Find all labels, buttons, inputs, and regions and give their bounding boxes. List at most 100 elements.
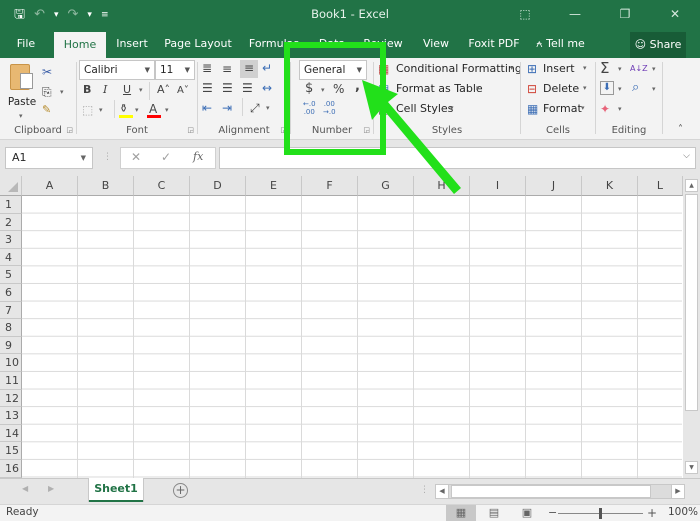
delete-cells-button[interactable]: ⊟ Delete ▾ <box>527 81 587 97</box>
sheet-tab-sheet1[interactable]: Sheet1 <box>88 478 144 502</box>
redo-dropdown-icon[interactable]: ▾ <box>87 6 92 24</box>
row-header-1[interactable]: 1 <box>0 196 22 214</box>
currency-dropdown-icon[interactable]: ▾ <box>321 86 325 94</box>
expand-formula-bar-icon[interactable]: ⌵ <box>683 151 690 161</box>
horizontal-scroll-thumb[interactable] <box>451 485 651 498</box>
tab-view[interactable]: View <box>418 30 454 58</box>
orientation-icon[interactable]: ⤢ <box>250 100 260 116</box>
number-launcher-icon[interactable]: ◲ <box>363 126 370 134</box>
align-right-icon[interactable]: ☰ <box>242 80 253 96</box>
scroll-up-icon[interactable]: ▲ <box>685 179 698 192</box>
fill-dropdown-icon[interactable]: ▾ <box>618 85 622 93</box>
column-header-c[interactable]: C <box>134 176 190 196</box>
font-name-select[interactable]: Calibri ▼ <box>79 60 155 80</box>
row-header-11[interactable]: 11 <box>0 372 22 390</box>
align-center-icon[interactable]: ☰ <box>222 80 233 96</box>
tab-insert[interactable]: Insert <box>110 30 154 58</box>
column-header-a[interactable]: A <box>22 176 78 196</box>
middle-align-icon[interactable]: ≡ <box>222 61 232 77</box>
autosum-dropdown-icon[interactable]: ▾ <box>618 65 622 73</box>
sort-dropdown-icon[interactable]: ▾ <box>652 65 656 73</box>
comma-style-button[interactable]: , <box>355 79 360 95</box>
undo-dropdown-icon[interactable]: ▾ <box>54 6 59 24</box>
horizontal-scrollbar[interactable]: ◀ ▶ <box>435 484 685 499</box>
fill-color-button[interactable]: ⚱ <box>119 101 133 119</box>
font-color-dropdown-icon[interactable]: ▾ <box>165 106 169 114</box>
customize-qat-icon[interactable]: ≡ <box>101 6 109 24</box>
decrease-indent-icon[interactable]: ⇤ <box>202 100 212 116</box>
paste-button[interactable]: Paste ▾ <box>6 62 38 120</box>
vertical-scrollbar[interactable]: ▲ ▼ <box>683 176 700 478</box>
italic-button[interactable]: I <box>103 82 107 98</box>
clipboard-launcher-icon[interactable]: ◲ <box>66 126 73 134</box>
column-header-h[interactable]: H <box>414 176 470 196</box>
tab-data[interactable]: Data <box>312 30 352 58</box>
formula-bar-resize-handle[interactable]: ⋮ <box>103 152 112 162</box>
decrease-decimal-button[interactable]: .00 →.0 <box>323 100 336 116</box>
formula-input[interactable]: ⌵ <box>219 147 696 169</box>
minimize-icon[interactable]: — <box>550 0 600 30</box>
increase-decimal-button[interactable]: ←.0 .00 <box>303 100 316 116</box>
column-header-e[interactable]: E <box>246 176 302 196</box>
collapse-ribbon-icon[interactable]: ˄ <box>678 122 683 138</box>
row-header-13[interactable]: 13 <box>0 407 22 425</box>
borders-dropdown-icon[interactable]: ▾ <box>99 106 103 114</box>
row-header-7[interactable]: 7 <box>0 301 22 320</box>
format-as-table-button[interactable]: ▤ Format as Table ▾ <box>378 81 483 97</box>
bottom-align-icon[interactable]: ≡ <box>240 60 258 78</box>
font-size-select[interactable]: 11 ▼ <box>155 60 195 80</box>
sort-filter-icon[interactable]: A↓Z <box>630 61 648 77</box>
format-cells-button[interactable]: ▦ Format ▾ <box>527 101 585 117</box>
zoom-out-icon[interactable]: − <box>548 505 557 521</box>
row-header-3[interactable]: 3 <box>0 231 22 249</box>
find-dropdown-icon[interactable]: ▾ <box>652 85 656 93</box>
cell-area[interactable] <box>22 196 682 478</box>
orientation-dropdown-icon[interactable]: ▾ <box>266 104 270 112</box>
page-break-view-icon[interactable]: ▣ <box>512 505 542 521</box>
row-header-15[interactable]: 15 <box>0 442 22 460</box>
cut-icon[interactable]: ✂ <box>42 64 52 80</box>
prev-sheet-icon[interactable]: ◀ <box>22 484 28 493</box>
column-header-i[interactable]: I <box>470 176 526 196</box>
add-sheet-icon[interactable]: + <box>173 483 188 498</box>
share-button[interactable]: ☺ Share <box>630 32 686 58</box>
name-box[interactable]: A1 ▼ <box>5 147 93 169</box>
fill-color-dropdown-icon[interactable]: ▾ <box>135 106 139 114</box>
tab-review[interactable]: Review <box>358 30 408 58</box>
tab-file[interactable]: File <box>6 30 46 58</box>
close-icon[interactable]: ✕ <box>650 0 700 30</box>
autosum-icon[interactable]: Σ <box>600 60 609 76</box>
row-header-14[interactable]: 14 <box>0 424 22 443</box>
zoom-in-icon[interactable]: + <box>647 505 657 521</box>
restore-icon[interactable]: ❐ <box>600 0 650 30</box>
alignment-launcher-icon[interactable]: ◲ <box>280 126 287 134</box>
row-header-8[interactable]: 8 <box>0 319 22 337</box>
format-painter-icon[interactable]: ✎ <box>42 102 51 118</box>
underline-dropdown-icon[interactable]: ▾ <box>139 86 143 94</box>
enter-icon[interactable]: ✓ <box>161 150 171 164</box>
bold-button[interactable]: B <box>83 82 91 98</box>
row-header-6[interactable]: 6 <box>0 284 22 302</box>
borders-icon[interactable]: ⬚ <box>82 102 93 118</box>
decrease-font-size-button[interactable]: A˅ <box>177 83 189 99</box>
insert-cells-button[interactable]: ⊞ Insert ▾ <box>527 61 587 77</box>
tab-split-handle[interactable]: ⋮ <box>420 485 429 495</box>
align-left-icon[interactable]: ☰ <box>202 80 213 96</box>
column-header-g[interactable]: G <box>358 176 414 196</box>
copy-dropdown-icon[interactable]: ▾ <box>60 88 64 96</box>
currency-button[interactable]: $ <box>305 81 313 97</box>
scroll-right-icon[interactable]: ▶ <box>671 485 684 498</box>
fill-icon[interactable]: ⬇ <box>600 81 614 95</box>
vertical-scroll-thumb[interactable] <box>685 194 698 411</box>
copy-icon[interactable]: ⎘ <box>42 84 52 100</box>
next-sheet-icon[interactable]: ▶ <box>48 484 54 493</box>
conditional-formatting-button[interactable]: ▦ Conditional Formatting ▾ <box>378 61 522 77</box>
merge-center-icon[interactable]: ↔ <box>262 80 272 96</box>
tab-page-layout[interactable]: Page Layout <box>160 30 236 58</box>
column-header-f[interactable]: F <box>302 176 358 196</box>
ribbon-display-options-icon[interactable]: ⬚ <box>500 0 550 30</box>
column-header-j[interactable]: J <box>526 176 582 196</box>
row-header-4[interactable]: 4 <box>0 248 22 267</box>
font-launcher-icon[interactable]: ◲ <box>187 126 194 134</box>
cancel-icon[interactable]: ✕ <box>131 150 141 164</box>
